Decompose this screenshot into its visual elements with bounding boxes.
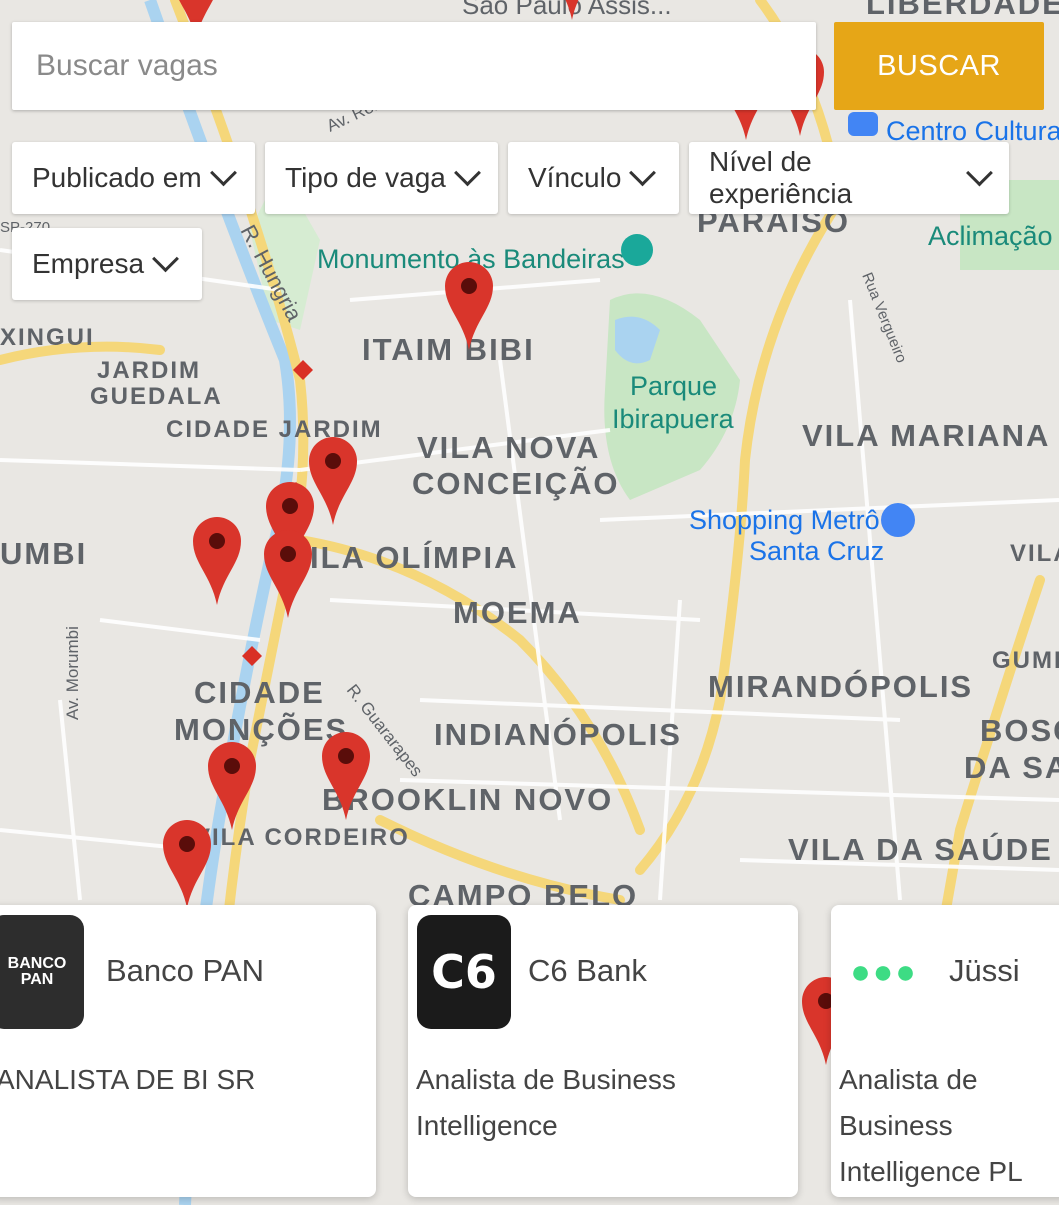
map-label-vila-olimpia: ILA OLÍMPIA: [310, 540, 519, 575]
chevron-down-icon: [629, 158, 657, 186]
map-label-cidade-jardim: CIDADE JARDIM: [166, 416, 383, 443]
job-card[interactable]: BANCO PAN Banco PAN ANALISTA DE BI SR: [0, 905, 376, 1197]
map-label-aclimacao: Aclimação: [928, 221, 1053, 251]
map-pin-dot: [209, 533, 225, 549]
filter-label: Empresa: [32, 248, 145, 279]
map-pin-dot: [461, 278, 477, 294]
map-label-umbi: UMBI: [0, 536, 87, 571]
job-title: ANALISTA DE BI SR: [0, 1064, 256, 1095]
search-box[interactable]: [12, 22, 816, 110]
map-label-gume: GUME: [992, 647, 1059, 674]
search-button[interactable]: BUSCAR: [834, 22, 1044, 110]
filter-label: Nível de experiência: [709, 146, 853, 209]
company-name: Banco PAN: [106, 953, 264, 988]
map-label-av-morumbi: Av. Morumbi: [63, 626, 82, 720]
map-label-vila-cordeiro: VILA CORDEIRO: [194, 824, 410, 851]
map-label-vila-nova: VILA NOVA: [417, 430, 600, 465]
filter-contract[interactable]: Vínculo: [508, 142, 679, 214]
map-label-vila-mariana: VILA MARIANA: [802, 418, 1050, 453]
map-pin-dot: [224, 758, 240, 774]
chevron-down-icon: [152, 244, 179, 272]
filter-job-type[interactable]: Tipo de vaga: [265, 142, 498, 214]
map-label-guedala: GUEDALA: [90, 383, 223, 410]
filter-label: Tipo de vaga: [285, 162, 446, 193]
jussi-logo-text: ●●●: [850, 952, 918, 991]
company-logo: C6: [417, 915, 511, 1029]
map-label-sao-paulo-assis: São Paulo Assis...: [462, 0, 672, 20]
job-title: Analista de Business Intelligence PL: [839, 1064, 1023, 1187]
map-label-indianopolis: INDIANÓPOLIS: [434, 716, 682, 752]
map-pin-dot: [280, 546, 296, 562]
museum-icon: [848, 112, 878, 136]
map-pin-dot: [179, 836, 195, 852]
map-pin-dot: [325, 453, 341, 469]
map-label-da-sa: DA SA: [964, 750, 1059, 785]
map-label-jardim: JARDIM: [97, 357, 201, 384]
map-pin-dot: [282, 498, 298, 514]
banco-pan-logo-text: BANCO PAN: [7, 955, 67, 988]
c6-logo-text: C6: [431, 945, 497, 999]
map-label-liberdade: LIBERDADE: [866, 0, 1059, 21]
filter-published-date[interactable]: Publicado em: [12, 142, 255, 214]
chevron-down-icon: [966, 159, 993, 186]
company-name: Jüssi: [949, 953, 1020, 988]
shopping-icon: [881, 503, 915, 537]
map-label-itaim-bibi: ITAIM BIBI: [362, 332, 535, 367]
search-input[interactable]: [34, 48, 816, 84]
filter-company[interactable]: Empresa: [12, 228, 202, 300]
job-card[interactable]: C6 C6 Bank Analista de Business Intellig…: [408, 905, 798, 1197]
map-label-mirandopolis: MIRANDÓPOLIS: [708, 668, 973, 704]
map-label-moncoes: MONÇÕES: [174, 711, 348, 747]
map-label-bosc: BOSC: [980, 713, 1059, 748]
map-label-moema: MOEMA: [453, 595, 582, 630]
company-name: C6 Bank: [528, 953, 647, 988]
job-card[interactable]: ●●● Jüssi Analista de Business Intellige…: [831, 905, 1059, 1197]
filter-experience-level[interactable]: Nível de experiência: [689, 142, 1009, 214]
company-logo: ●●●: [837, 915, 931, 1029]
map-label-parque: Parque: [630, 371, 717, 401]
filter-label: Publicado em: [32, 162, 202, 193]
monument-icon: [621, 234, 653, 266]
map-label-xingui: XINGUI: [0, 324, 95, 351]
map-label-conceicao: CONCEIÇÃO: [412, 466, 619, 501]
map-label-shopping: Shopping Metrô: [689, 505, 880, 535]
filter-label: Vínculo: [528, 162, 622, 193]
map-label-cidade: CIDADE: [194, 675, 325, 710]
job-title: Analista de Business Intelligence: [416, 1064, 676, 1141]
map-pin-dot: [338, 748, 354, 764]
map-label-santa-cruz: Santa Cruz: [749, 536, 884, 566]
company-logo: BANCO PAN: [0, 915, 84, 1029]
map-label-vila-right: VILA: [1010, 540, 1059, 567]
map-label-ibirapuera: Ibirapuera: [612, 404, 735, 434]
map-label-brooklin-novo: BROOKLIN NOVO: [322, 782, 613, 817]
map-label-vila-da-saude: VILA DA SAÚDE: [788, 831, 1053, 867]
chevron-down-icon: [209, 158, 237, 186]
chevron-down-icon: [453, 158, 481, 186]
